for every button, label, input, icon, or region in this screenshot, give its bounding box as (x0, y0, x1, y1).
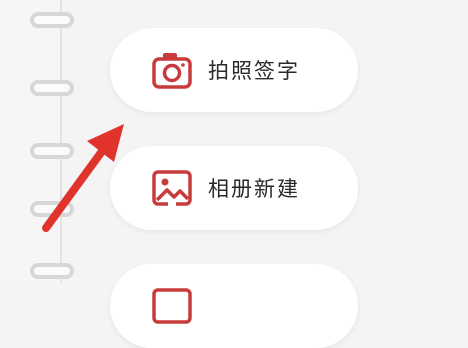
pointer-arrow-icon (42, 124, 124, 232)
document-icon (150, 284, 194, 328)
